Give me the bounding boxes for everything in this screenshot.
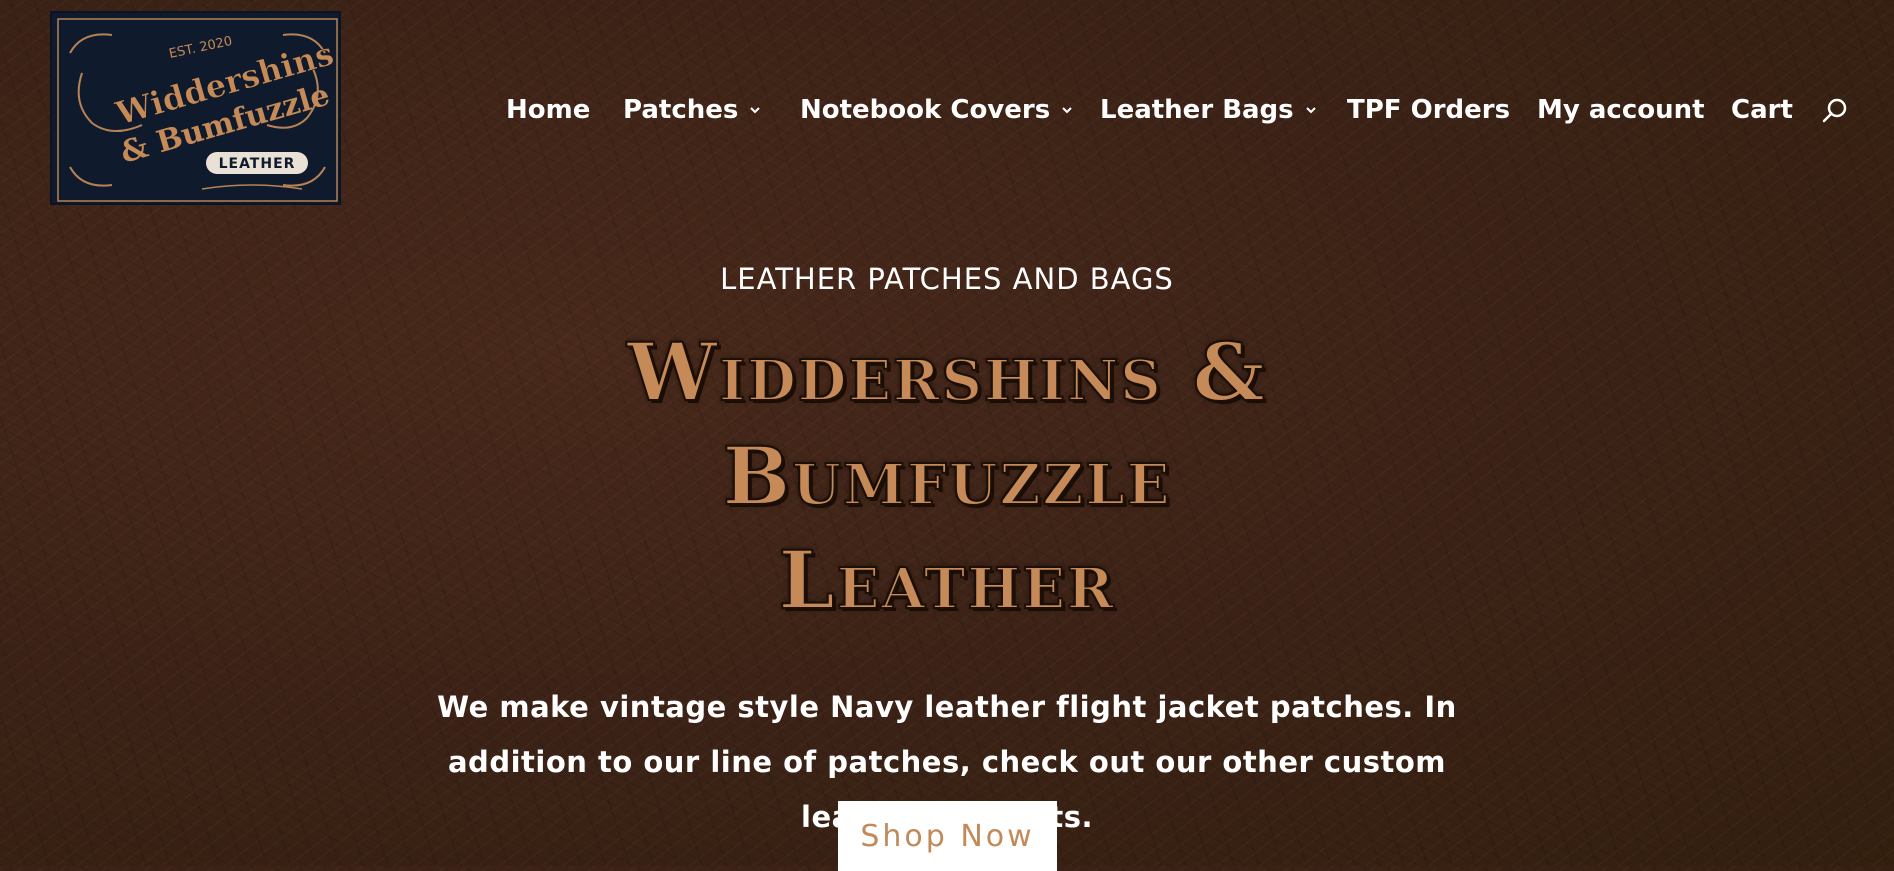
nav-item-leather-bags[interactable]: Leather Bags	[1100, 90, 1318, 130]
nav-item-my-account[interactable]: My account	[1537, 90, 1705, 130]
logo-badge: LEATHER	[219, 156, 296, 172]
nav-item-patches[interactable]: Patches	[623, 90, 762, 130]
shop-now-button[interactable]: Shop Now	[838, 801, 1057, 871]
search-icon[interactable]	[1820, 96, 1850, 126]
nav-item-cart[interactable]: Cart	[1731, 90, 1793, 130]
hero-headline: Widdershins & Bumfuzzle Leather	[0, 320, 1894, 632]
logo-est: EST. 2020	[168, 34, 234, 62]
nav-item-home[interactable]: Home	[506, 90, 590, 130]
hero-headline-line: Leather	[777, 532, 1116, 628]
hero-headline-line: Bumfuzzle	[722, 428, 1172, 524]
chevron-down-icon	[1305, 107, 1316, 114]
chevron-down-icon	[1062, 107, 1072, 114]
nav-item-label: Home	[506, 95, 591, 125]
nav-item-label: Cart	[1731, 95, 1793, 125]
nav-item-notebook-covers[interactable]: Notebook Covers	[800, 90, 1074, 130]
main-nav: Home Patches Notebook Covers Leather Bag…	[0, 90, 1894, 130]
hero-headline-line: Widdershins &	[626, 324, 1267, 420]
nav-item-label: Patches	[623, 95, 739, 125]
nav-item-label: My account	[1537, 95, 1705, 125]
nav-item-label: TPF Orders	[1347, 95, 1511, 125]
nav-item-label: Leather Bags	[1100, 95, 1294, 125]
hero-eyebrow: LEATHER PATCHES AND BAGS	[720, 262, 1174, 296]
nav-item-label: Notebook Covers	[800, 95, 1051, 125]
nav-item-tpf-orders[interactable]: TPF Orders	[1347, 90, 1510, 130]
chevron-down-icon	[750, 107, 761, 114]
